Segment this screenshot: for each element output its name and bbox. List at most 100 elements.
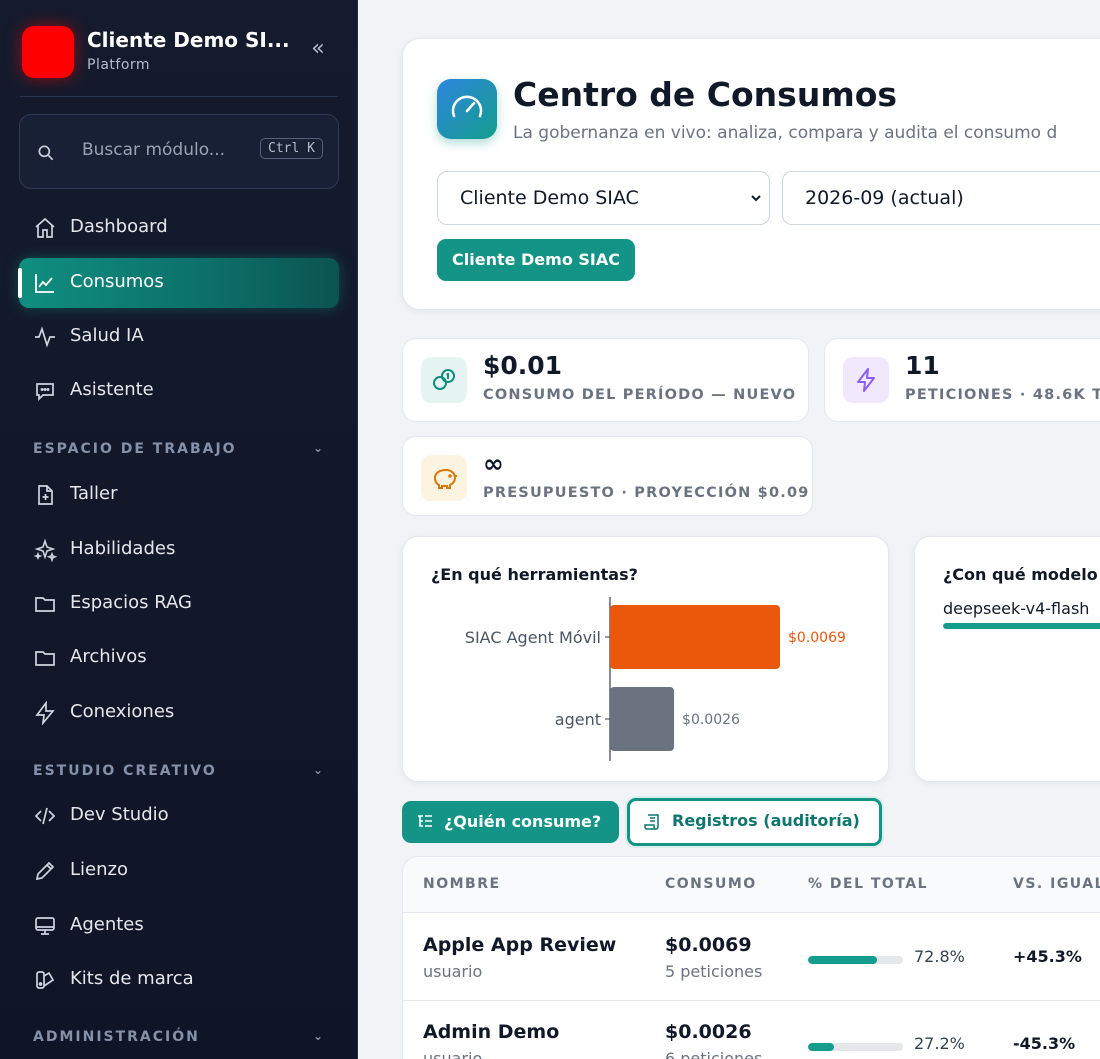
sidebar-item-archivos[interactable]: Archivos [19, 633, 339, 683]
period-select[interactable]: 2026-09 (actual) [782, 171, 1100, 225]
models-title: ¿Con qué modelo [943, 565, 1098, 584]
gauge-icon [437, 79, 497, 139]
divider [20, 96, 338, 97]
sidebar-item-label: Dev Studio [70, 804, 169, 825]
search-input[interactable]: Buscar módulo... [82, 140, 225, 160]
client-chip[interactable]: Cliente Demo SIAC [437, 239, 635, 281]
section-espacio-de-trabajo[interactable]: ESPACIO DE TRABAJO ⌄ [33, 441, 325, 461]
consumer-percent: 72.8% [914, 947, 965, 966]
sidebar-item-label: Archivos [70, 646, 147, 667]
stat-card-presupuesto: ∞ PRESUPUESTO · PROYECCIÓN $0.09 [402, 436, 813, 516]
tab-label: Registros (auditoría) [672, 811, 860, 830]
model-name: deepseek-v4-flash [943, 599, 1090, 618]
consumer-vs: +45.3% [1013, 947, 1082, 966]
pencil-icon [35, 861, 55, 881]
stat-card-consumo: $0.01 CONSUMO DEL PERÍODO — NUEVO [402, 338, 809, 422]
client-select[interactable]: Cliente Demo SIAC [437, 171, 770, 225]
sidebar-item-dev-studio[interactable]: Dev Studio [19, 791, 339, 841]
section-estudio-creativo[interactable]: ESTUDIO CREATIVO ⌄ [33, 763, 325, 783]
consumer-percent: 27.2% [914, 1034, 965, 1053]
sidebar-item-dashboard[interactable]: Dashboard [19, 203, 339, 253]
search-icon [38, 145, 54, 161]
percent-bar-fill [808, 1043, 834, 1051]
chart-bar[interactable] [610, 605, 780, 669]
chart-bar[interactable] [610, 687, 675, 751]
brand-subtitle: Platform [87, 57, 151, 73]
monitor-icon [35, 917, 55, 935]
code-icon [34, 807, 56, 825]
chevron-down-icon: ⌄ [312, 1029, 325, 1043]
sidebar-item-label: Taller [70, 483, 118, 504]
tab-quien-consume[interactable]: ¿Quién consume? [402, 801, 619, 843]
percent-bar [808, 1043, 903, 1051]
column-header[interactable]: NOMBRE [423, 876, 501, 892]
table-row[interactable]: Apple App Review usuario $0.0069 5 petic… [403, 914, 1100, 1001]
file-plus-icon [38, 485, 53, 505]
sidebar-item-label: Salud IA [70, 325, 144, 346]
coins-icon [421, 357, 467, 403]
consumer-role: usuario [423, 1049, 483, 1059]
sidebar-item-label: Lienzo [70, 859, 128, 880]
folder-icon [35, 651, 55, 666]
sidebar-item-taller[interactable]: Taller [19, 470, 339, 520]
stat-label: CONSUMO DEL PERÍODO — NUEVO [483, 387, 797, 403]
brand[interactable]: Cliente Demo SI... Platform « [20, 24, 340, 80]
sidebar-item-label: Asistente [70, 379, 154, 400]
consumer-name: Admin Demo [423, 1021, 560, 1043]
home-icon [35, 217, 55, 238]
sidebar-item-espacios-rag[interactable]: Espacios RAG [19, 579, 339, 629]
tools-chart-card: ¿En qué herramientas? SIAC Agent Móvil $0… [402, 536, 889, 782]
page-title: Centro de Consumos [513, 75, 898, 114]
sidebar-item-label: Agentes [70, 914, 144, 935]
consumer-cost: $0.0026 [665, 1021, 752, 1043]
consumers-table: NOMBRE CONSUMO % DEL TOTAL VS. IGUAL App… [402, 856, 1100, 1059]
column-header[interactable]: % DEL TOTAL [808, 876, 928, 892]
sidebar-item-lienzo[interactable]: Lienzo [19, 846, 339, 896]
chevron-down-icon: ⌄ [312, 763, 325, 777]
chart-category-label: agent [555, 710, 601, 729]
sidebar-item-label: Consumos [70, 271, 164, 292]
table-row[interactable]: Admin Demo usuario $0.0026 6 peticiones … [403, 1001, 1100, 1059]
consumer-vs: -45.3% [1013, 1034, 1076, 1053]
chevron-down-icon [751, 195, 761, 202]
page-header-card: Centro de Consumos La gobernanza en vivo… [402, 38, 1100, 310]
consumer-role: usuario [423, 962, 483, 981]
sidebar-item-kits-de-marca[interactable]: Kits de marca [19, 955, 339, 1005]
tree-list-icon [418, 815, 432, 827]
table-header: NOMBRE CONSUMO % DEL TOTAL VS. IGUAL [403, 857, 1100, 913]
sidebar-item-label: Conexiones [70, 701, 175, 722]
chat-icon [36, 383, 54, 402]
section-title: ESTUDIO CREATIVO [33, 763, 217, 779]
pulse-icon [35, 326, 55, 348]
tools-bar-chart: SIAC Agent Móvil $0.0069 agent $0.0026 [465, 597, 846, 761]
stat-value: 11 [905, 351, 940, 380]
sidebar-item-label: Dashboard [70, 216, 168, 237]
stat-label: PETICIONES · 48.6K TO [905, 387, 1100, 403]
sidebar-item-agentes[interactable]: Agentes [19, 901, 339, 951]
scroll-icon [644, 814, 659, 830]
module-search[interactable]: Buscar módulo... Ctrl K [19, 114, 339, 189]
column-header[interactable]: CONSUMO [665, 876, 757, 892]
sidebar-item-label: Habilidades [70, 538, 176, 559]
model-share-bar [943, 623, 1100, 629]
stat-card-peticiones: 11 PETICIONES · 48.6K TO [824, 338, 1100, 422]
consumer-requests: 5 peticiones [665, 962, 763, 981]
consumer-cost: $0.0069 [665, 934, 752, 956]
section-title: ESPACIO DE TRABAJO [33, 441, 237, 457]
consumer-name: Apple App Review [423, 934, 617, 956]
chart-line-icon [35, 274, 54, 293]
sidebar-item-asistente[interactable]: Asistente [19, 366, 339, 416]
collapse-sidebar-icon[interactable]: « [306, 38, 330, 62]
column-header[interactable]: VS. IGUAL [1013, 876, 1100, 892]
sidebar-item-habilidades[interactable]: Habilidades [19, 525, 339, 575]
palette-icon [36, 971, 55, 989]
percent-bar-fill [808, 956, 878, 964]
sidebar-item-salud-ia[interactable]: Salud IA [19, 312, 339, 362]
bolt-icon [35, 701, 55, 725]
tab-registros[interactable]: Registros (auditoría) [627, 798, 882, 846]
bolt-icon [843, 357, 889, 403]
sidebar-item-conexiones[interactable]: Conexiones [19, 688, 339, 738]
sidebar-item-consumos[interactable]: Consumos [18, 258, 339, 308]
stat-value: $0.01 [483, 351, 563, 380]
section-administracion[interactable]: ADMINISTRACIÓN ⌄ [33, 1029, 325, 1049]
